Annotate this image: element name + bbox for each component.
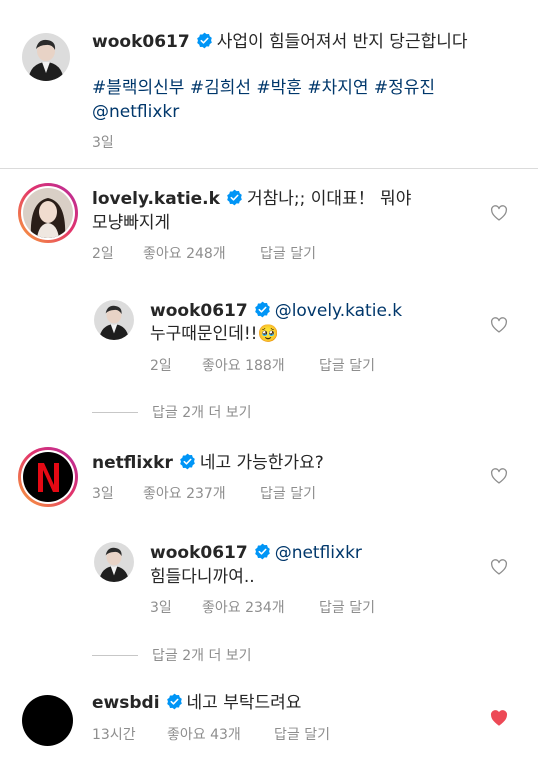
heart-outline-icon[interactable] <box>490 317 508 333</box>
comment-3-text: 네고 부탁드려요 <box>186 693 302 713</box>
reply-2-username[interactable]: wook0617 <box>150 543 248 563</box>
comment-1-view-more-label: 답글 2개 더 보기 <box>152 405 252 421</box>
comment-2-text: 네고 가능한가요? <box>199 453 324 473</box>
reply-1-text: 누구때문인데!!🥹 <box>150 324 279 344</box>
avatar-netflixkr[interactable] <box>18 447 78 507</box>
comment-3-line-1: ewsbdi 네고 부탁드려요 <box>92 692 301 714</box>
reply-1-line-1: wook0617 @lovely.katie.k <box>150 300 402 322</box>
comment-1-text-line-2: 모냥빠지게 <box>92 213 171 233</box>
avatar-wook0617-reply-2[interactable] <box>94 542 134 582</box>
reply-2-mention[interactable]: @netflixkr <box>275 543 362 563</box>
comment-3-username[interactable]: ewsbdi <box>92 693 160 713</box>
reply-1-likes[interactable]: 좋아요 188개 <box>202 355 285 375</box>
comment-2-likes[interactable]: 좋아요 237개 <box>143 483 226 503</box>
view-more-dash <box>92 655 138 656</box>
comment-1-likes[interactable]: 좋아요 248개 <box>143 243 226 263</box>
heart-filled-icon[interactable] <box>490 710 508 726</box>
comment-2-line-1: netflixkr 네고 가능한가요? <box>92 452 324 474</box>
heart-outline-icon[interactable] <box>490 559 508 575</box>
caption-mention[interactable]: @netflixkr <box>92 101 179 123</box>
reply-2-likes[interactable]: 좋아요 234개 <box>202 597 285 617</box>
comment-3-likes[interactable]: 좋아요 43개 <box>167 724 241 744</box>
heart-outline-icon[interactable] <box>490 468 508 484</box>
comment-3-time: 13시간 <box>92 727 136 743</box>
reply-2-reply-button[interactable]: 답글 달기 <box>319 597 375 617</box>
verified-badge-icon <box>180 453 195 470</box>
comment-2-view-more-label: 답글 2개 더 보기 <box>152 648 252 664</box>
comment-1-text: 거참나;; 이대표！ 뭐야 <box>246 189 412 209</box>
caption-time: 3일 <box>92 135 114 151</box>
comment-1-meta: 2일 <box>92 243 114 263</box>
verified-badge-icon <box>196 32 212 49</box>
comment-1-line-1: lovely.katie.k 거참나;; 이대표！ 뭐야 <box>92 188 411 210</box>
verified-badge-icon <box>254 543 270 560</box>
reply-1-time: 2일 <box>150 358 172 374</box>
comment-2-username[interactable]: netflixkr <box>92 453 173 473</box>
heart-outline-icon[interactable] <box>490 205 508 221</box>
avatar-ewsbdi[interactable] <box>22 695 73 746</box>
avatar-wook0617-reply-1[interactable] <box>94 300 134 340</box>
caption-hashtags[interactable]: #블랙의신부 #김희선 #박훈 #차지연 #정유진 <box>92 77 435 99</box>
reply-1-username[interactable]: wook0617 <box>150 301 248 321</box>
caption-divider <box>0 168 538 169</box>
reply-2-line-1: wook0617 @netflixkr <box>150 542 362 564</box>
comment-1-username[interactable]: lovely.katie.k <box>92 189 220 209</box>
comment-1-view-more-replies[interactable]: 답글 2개 더 보기 <box>92 402 252 422</box>
verified-badge-icon <box>227 189 242 206</box>
reply-1-mention[interactable]: @lovely.katie.k <box>275 301 402 321</box>
comment-3-reply-button[interactable]: 답글 달기 <box>274 724 330 744</box>
caption-text: 사업이 힘들어져서 반지 당근합니다 <box>216 32 468 52</box>
post-caption: wook0617 사업이 힘들어져서 반지 당근합니다 #블랙의신부 #김희선 #… <box>0 0 538 168</box>
reply-2-text: 힘들다니까여.. <box>150 567 255 587</box>
avatar-wook0617-caption[interactable] <box>22 33 70 81</box>
comment-1-time: 2일 <box>92 246 114 262</box>
comment-2-time: 3일 <box>92 486 114 502</box>
verified-badge-icon <box>166 693 182 710</box>
caption-username[interactable]: wook0617 <box>92 32 190 52</box>
reply-2-time: 3일 <box>150 600 172 616</box>
comment-2-reply-button[interactable]: 답글 달기 <box>260 483 316 503</box>
comment-1-reply-button[interactable]: 답글 달기 <box>260 243 316 263</box>
netflix-logo-icon <box>23 452 73 502</box>
comment-2-view-more-replies[interactable]: 답글 2개 더 보기 <box>92 645 252 665</box>
caption-line-1: wook0617 사업이 힘들어져서 반지 당근합니다 <box>92 31 468 53</box>
view-more-dash <box>92 412 138 413</box>
verified-badge-icon <box>254 301 270 318</box>
avatar-lovely-katie-k[interactable] <box>18 183 78 243</box>
reply-1-reply-button[interactable]: 답글 달기 <box>319 355 375 375</box>
